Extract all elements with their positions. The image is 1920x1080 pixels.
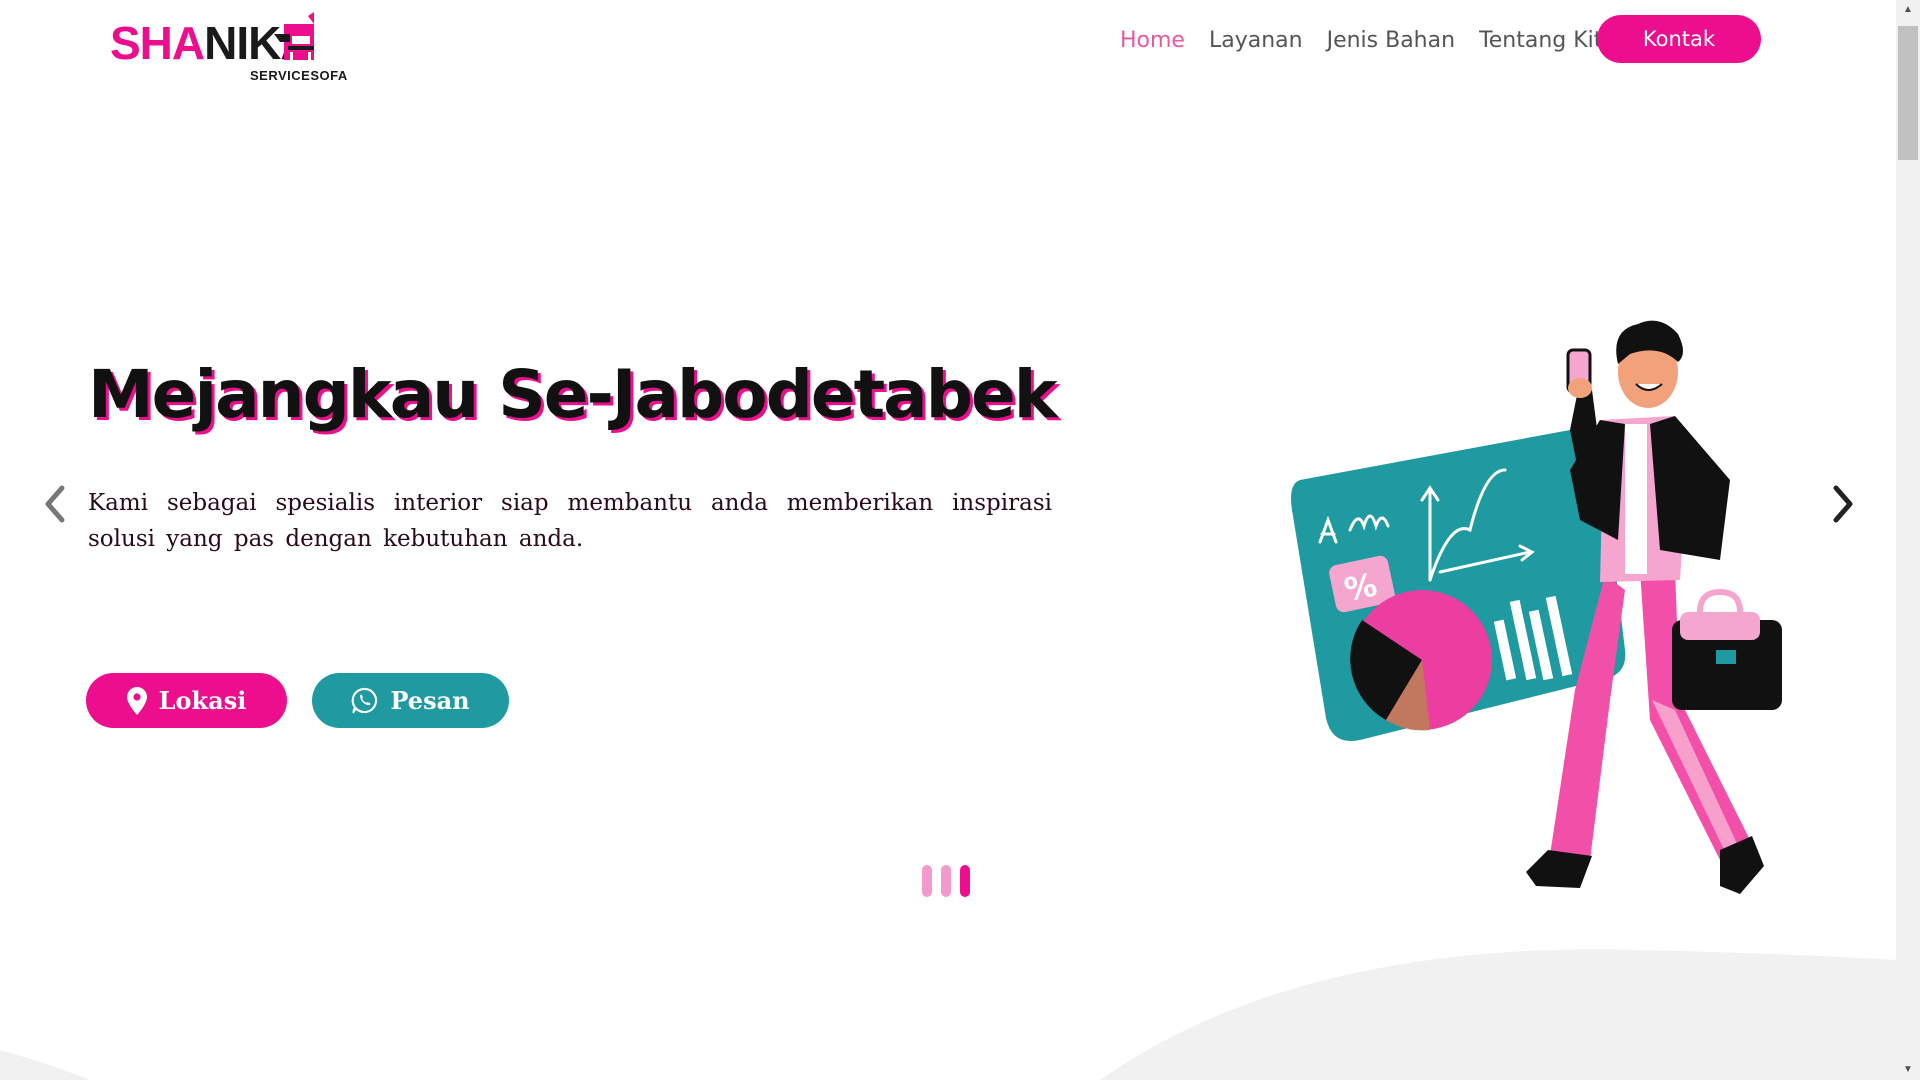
carousel-indicator[interactable]	[922, 865, 932, 897]
nav-item-layanan[interactable]: Layanan	[1209, 28, 1303, 53]
whatsapp-icon	[352, 687, 378, 714]
carousel-next-button[interactable]	[1824, 480, 1864, 528]
hero-title: Mejangkau Se-Jabodetabek	[88, 356, 1058, 433]
page-scrollbar[interactable]	[1896, 0, 1920, 1080]
map-pin-icon	[126, 686, 147, 715]
carousel-indicator-active[interactable]	[960, 865, 970, 897]
scroll-up-arrow-icon[interactable]: ▲	[1896, 0, 1920, 20]
nav-item-tentang-kita[interactable]: Tentang Kita	[1479, 28, 1616, 53]
lokasi-button[interactable]: Lokasi	[86, 673, 287, 728]
scroll-down-arrow-icon[interactable]: ▼	[1896, 1060, 1920, 1080]
brand-tagline: SERVICESOFA	[250, 68, 348, 83]
page-viewport: SHANIKA SERVICESOFA Home Layanan Jenis B…	[0, 0, 1896, 1080]
scrollbar-thumb[interactable]	[1898, 26, 1918, 160]
hero-description: Kami sebagai spesialis interior siap mem…	[88, 490, 1052, 552]
section-wave-divider	[0, 949, 1896, 1080]
nav-item-home[interactable]: Home	[1120, 28, 1185, 53]
carousel-indicators	[922, 865, 970, 897]
sofa-logo-icon	[274, 12, 314, 60]
brand-logo[interactable]: SHANIKA SERVICESOFA	[110, 12, 347, 84]
pesan-label: Pesan	[390, 686, 470, 715]
lokasi-label: Lokasi	[158, 686, 247, 715]
chevron-right-icon	[1833, 485, 1853, 523]
kontak-button[interactable]: Kontak	[1597, 15, 1761, 63]
chevron-left-icon	[45, 485, 65, 523]
carousel-indicator[interactable]	[941, 865, 951, 897]
pesan-button[interactable]: Pesan	[312, 673, 509, 728]
hero-illustration: %	[1291, 320, 1782, 894]
carousel-prev-button[interactable]	[34, 480, 74, 528]
nav-item-jenis-bahan[interactable]: Jenis Bahan	[1327, 28, 1455, 53]
main-nav: Home Layanan Jenis Bahan Tentang Kita	[1120, 28, 1640, 53]
